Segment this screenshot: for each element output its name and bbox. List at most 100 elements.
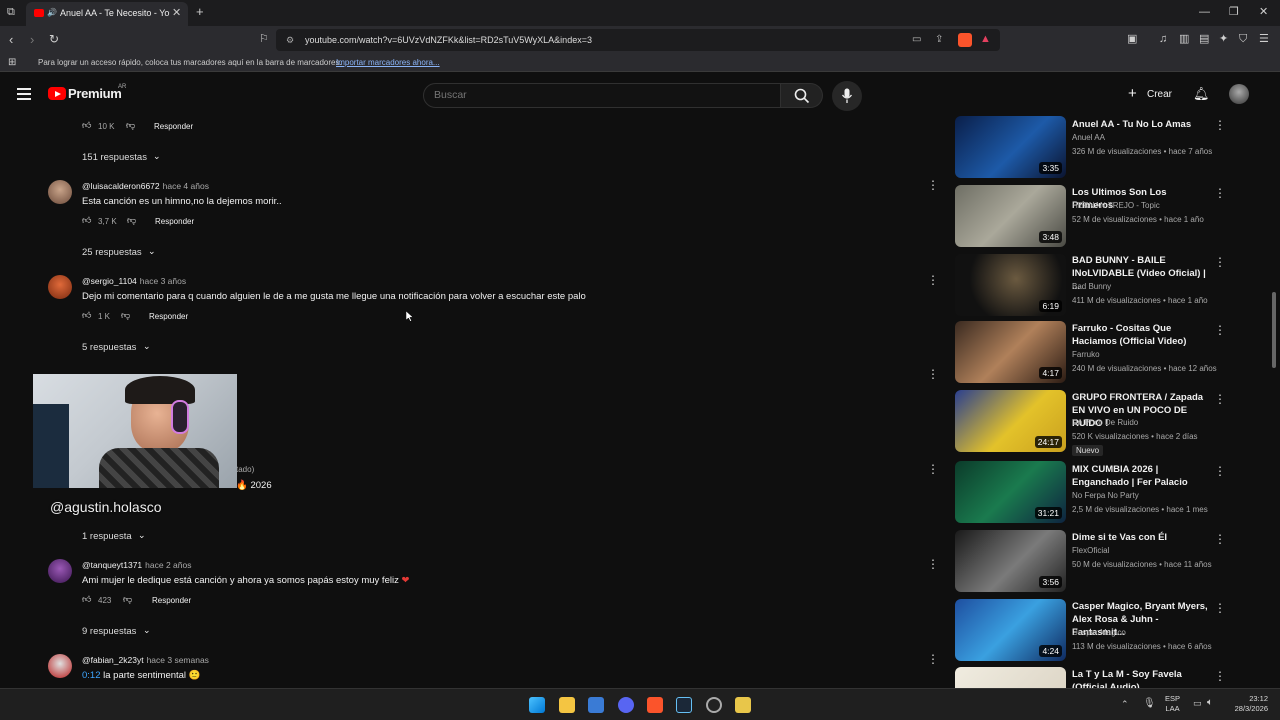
hamburger-menu-icon[interactable] xyxy=(17,88,31,100)
avatar[interactable] xyxy=(48,275,72,299)
dislike-icon[interactable]: 👎︎ xyxy=(126,120,135,131)
comment-author[interactable]: @sergio_1104 hace 3 años xyxy=(82,276,186,286)
discord-icon[interactable] xyxy=(618,697,634,713)
chevron-down-icon[interactable]: ⌄ xyxy=(148,246,156,257)
new-tab-button[interactable]: + xyxy=(196,4,204,19)
close-window-icon[interactable]: ✕ xyxy=(1259,7,1268,18)
close-tab-icon[interactable]: ✕ xyxy=(172,6,181,19)
reply-button[interactable]: Responder xyxy=(155,217,194,226)
comment-author[interactable]: @luisacalderon6672 hace 4 años xyxy=(82,181,209,191)
share-icon[interactable]: ⇪ xyxy=(935,34,943,45)
video-thumbnail[interactable]: 6:19 xyxy=(955,254,1066,316)
video-title[interactable]: Dime si te Vas con Él xyxy=(1072,531,1208,544)
video-thumbnail[interactable]: 4:17 xyxy=(955,321,1066,383)
page-scrollbar[interactable] xyxy=(1272,292,1276,368)
audio-icon[interactable]: 🔊 xyxy=(47,8,57,17)
brave-shields-icon[interactable] xyxy=(958,33,972,47)
video-menu-icon[interactable]: ⋮ xyxy=(1214,669,1226,683)
volume-icon[interactable]: 🔈︎ xyxy=(1207,697,1213,708)
create-plus-icon[interactable]: + xyxy=(1128,86,1137,101)
sidebar-toggle-icon[interactable]: ⧉ xyxy=(7,7,15,18)
video-menu-icon[interactable]: ⋮ xyxy=(1214,186,1226,200)
video-menu-icon[interactable]: ⋮ xyxy=(1214,392,1226,406)
create-button[interactable]: Crear xyxy=(1147,89,1172,100)
author-name[interactable]: @fabian_2k23yt xyxy=(82,655,144,665)
comment-author[interactable]: @tanqueyt1371 hace 2 años xyxy=(82,560,191,570)
video-thumbnail[interactable]: 4:24 xyxy=(955,599,1066,661)
video-thumbnail[interactable]: 3:48 xyxy=(955,185,1066,247)
voice-search-button[interactable] xyxy=(832,81,862,111)
video-thumbnail[interactable]: 31:21 xyxy=(955,461,1066,523)
dislike-icon[interactable]: 👎︎ xyxy=(121,310,130,321)
reply-button[interactable]: Responder xyxy=(149,312,188,321)
video-thumbnail[interactable]: 3:56 xyxy=(955,530,1066,592)
sidebar-icon[interactable]: ▥ xyxy=(1179,34,1189,45)
comment-menu-icon[interactable]: ⋮ xyxy=(927,558,939,570)
site-settings-icon[interactable]: ⚙ xyxy=(286,35,294,46)
video-menu-icon[interactable]: ⋮ xyxy=(1214,323,1226,337)
video-title[interactable]: MIX CUMBIA 2026 | Enganchado | Fer Palac… xyxy=(1072,463,1208,489)
author-name[interactable]: @tanqueyt1371 xyxy=(82,560,142,570)
video-thumbnail[interactable]: 3:35 xyxy=(955,116,1066,178)
timestamp-link[interactable]: 0:12 xyxy=(82,670,101,681)
replies-toggle[interactable]: 1 respuesta xyxy=(82,531,132,542)
menu-icon[interactable]: ☰ xyxy=(1259,34,1269,45)
search-button[interactable] xyxy=(781,83,823,108)
obs-icon[interactable] xyxy=(706,697,722,713)
apps-grid-icon[interactable]: ⊞ xyxy=(8,58,16,68)
account-avatar[interactable] xyxy=(1229,84,1249,104)
cast-icon[interactable]: ▭ xyxy=(912,34,921,45)
start-windows-icon[interactable] xyxy=(529,697,545,713)
video-channel[interactable]: No Ferpa No Party xyxy=(1072,491,1139,500)
video-menu-icon[interactable]: ⋮ xyxy=(1214,532,1226,546)
comment-menu-icon[interactable]: ⋮ xyxy=(927,274,939,286)
import-bookmarks-link[interactable]: Importar marcadores ahora... xyxy=(336,58,440,67)
app-icon[interactable] xyxy=(735,697,751,713)
url-text[interactable]: youtube.com/watch?v=6UVzVdNZFKk&list=RD2… xyxy=(305,35,592,45)
minimize-icon[interactable]: — xyxy=(1199,7,1210,18)
author-name[interactable]: @sergio_1104 xyxy=(82,276,137,286)
chevron-down-icon[interactable]: ⌄ xyxy=(138,530,146,541)
like-icon[interactable]: 👍︎ xyxy=(82,594,91,605)
video-channel[interactable]: Casper Magico xyxy=(1072,628,1126,637)
youtube-premium-logo[interactable]: Premium xyxy=(68,86,122,101)
like-icon[interactable]: 👍︎ xyxy=(82,215,91,226)
dislike-icon[interactable]: 👎︎ xyxy=(123,594,132,605)
replies-toggle[interactable]: 25 respuestas xyxy=(82,247,142,258)
avatar[interactable] xyxy=(48,559,72,583)
language-indicator[interactable]: ESP LAA xyxy=(1165,694,1180,714)
comment-time[interactable]: hace 4 años xyxy=(163,181,209,191)
video-channel[interactable]: Un Poco De Ruido xyxy=(1072,418,1138,427)
leo-ai-icon[interactable]: ✦ xyxy=(1219,34,1228,45)
video-channel[interactable]: FlexOficial xyxy=(1072,546,1109,555)
network-icon[interactable]: ▭ xyxy=(1193,698,1202,709)
bookmark-icon[interactable]: ⚐ xyxy=(259,34,269,45)
reload-icon[interactable]: ↻ xyxy=(49,33,59,45)
browser-tab[interactable]: 🔊 Anuel AA - Te Necesito - You ✕ xyxy=(26,2,188,26)
avatar[interactable] xyxy=(48,180,72,204)
comment-time[interactable]: hace 2 años xyxy=(145,560,191,570)
video-title[interactable]: Anuel AA - Tu No Lo Amas xyxy=(1072,118,1208,131)
video-channel[interactable]: Farruko xyxy=(1072,350,1100,359)
steam-icon[interactable] xyxy=(676,697,692,713)
store-icon[interactable] xyxy=(588,697,604,713)
back-icon[interactable]: ‹ xyxy=(9,33,13,46)
chevron-down-icon[interactable]: ⌄ xyxy=(143,341,151,352)
video-title[interactable]: La T y La M - Soy Favela (Official Audio… xyxy=(1072,668,1208,688)
notifications-bell-icon[interactable]: 🔔︎ xyxy=(1193,86,1210,102)
brave-browser-icon[interactable] xyxy=(647,697,663,713)
clock[interactable]: 23:12 28/3/2026 xyxy=(1222,694,1268,714)
comment-time[interactable]: hace 3 semanas xyxy=(147,655,209,665)
video-channel[interactable]: HERNAN TREJO - Topic xyxy=(1072,201,1160,210)
comment-time[interactable]: hace 3 años xyxy=(140,276,186,286)
vpn-icon[interactable]: ⛉ xyxy=(1239,34,1247,45)
chevron-down-icon[interactable]: ⌄ xyxy=(143,625,151,636)
video-menu-icon[interactable]: ⋮ xyxy=(1214,464,1226,478)
video-thumbnail[interactable] xyxy=(955,667,1066,688)
video-channel[interactable]: Bad Bunny xyxy=(1072,282,1111,291)
like-icon[interactable]: 👍︎ xyxy=(82,310,91,321)
video-menu-icon[interactable]: ⋮ xyxy=(1214,255,1226,269)
replies-toggle[interactable]: 5 respuestas xyxy=(82,342,136,353)
youtube-logo-icon[interactable] xyxy=(48,87,66,100)
maximize-icon[interactable]: ❐ xyxy=(1229,7,1239,18)
